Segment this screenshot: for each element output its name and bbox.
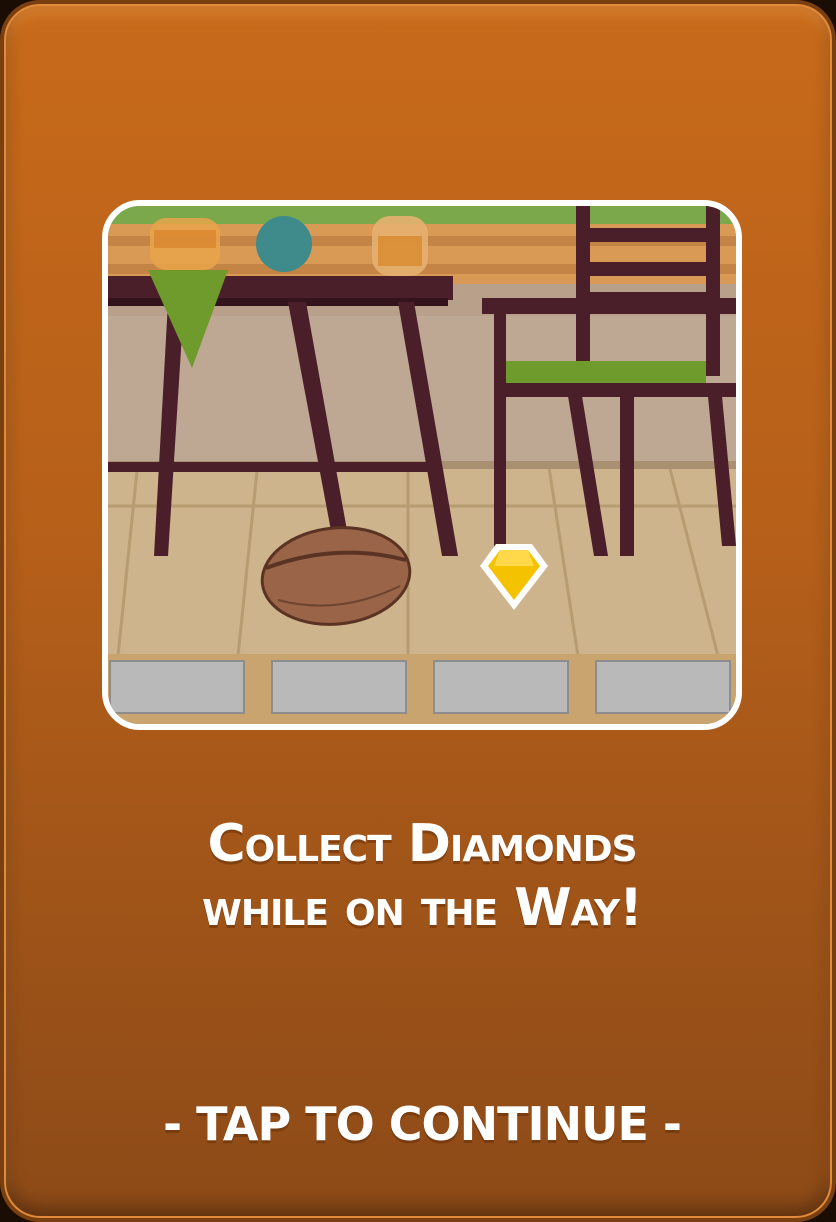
tutorial-title: Collect Diamonds while on the Way! <box>4 812 836 940</box>
floor <box>108 461 736 661</box>
tap-to-continue-prompt[interactable]: - TAP TO CONTINUE - <box>4 1096 836 1152</box>
tutorial-card[interactable]: Collect Diamonds while on the Way! - TAP… <box>0 0 836 1222</box>
tutorial-title-line-1: Collect Diamonds <box>207 814 637 874</box>
tutorial-illustration <box>102 200 742 730</box>
stone-tiles <box>108 654 736 724</box>
tutorial-title-line-2: while on the Way! <box>202 878 643 938</box>
chair-cushion <box>496 361 706 383</box>
